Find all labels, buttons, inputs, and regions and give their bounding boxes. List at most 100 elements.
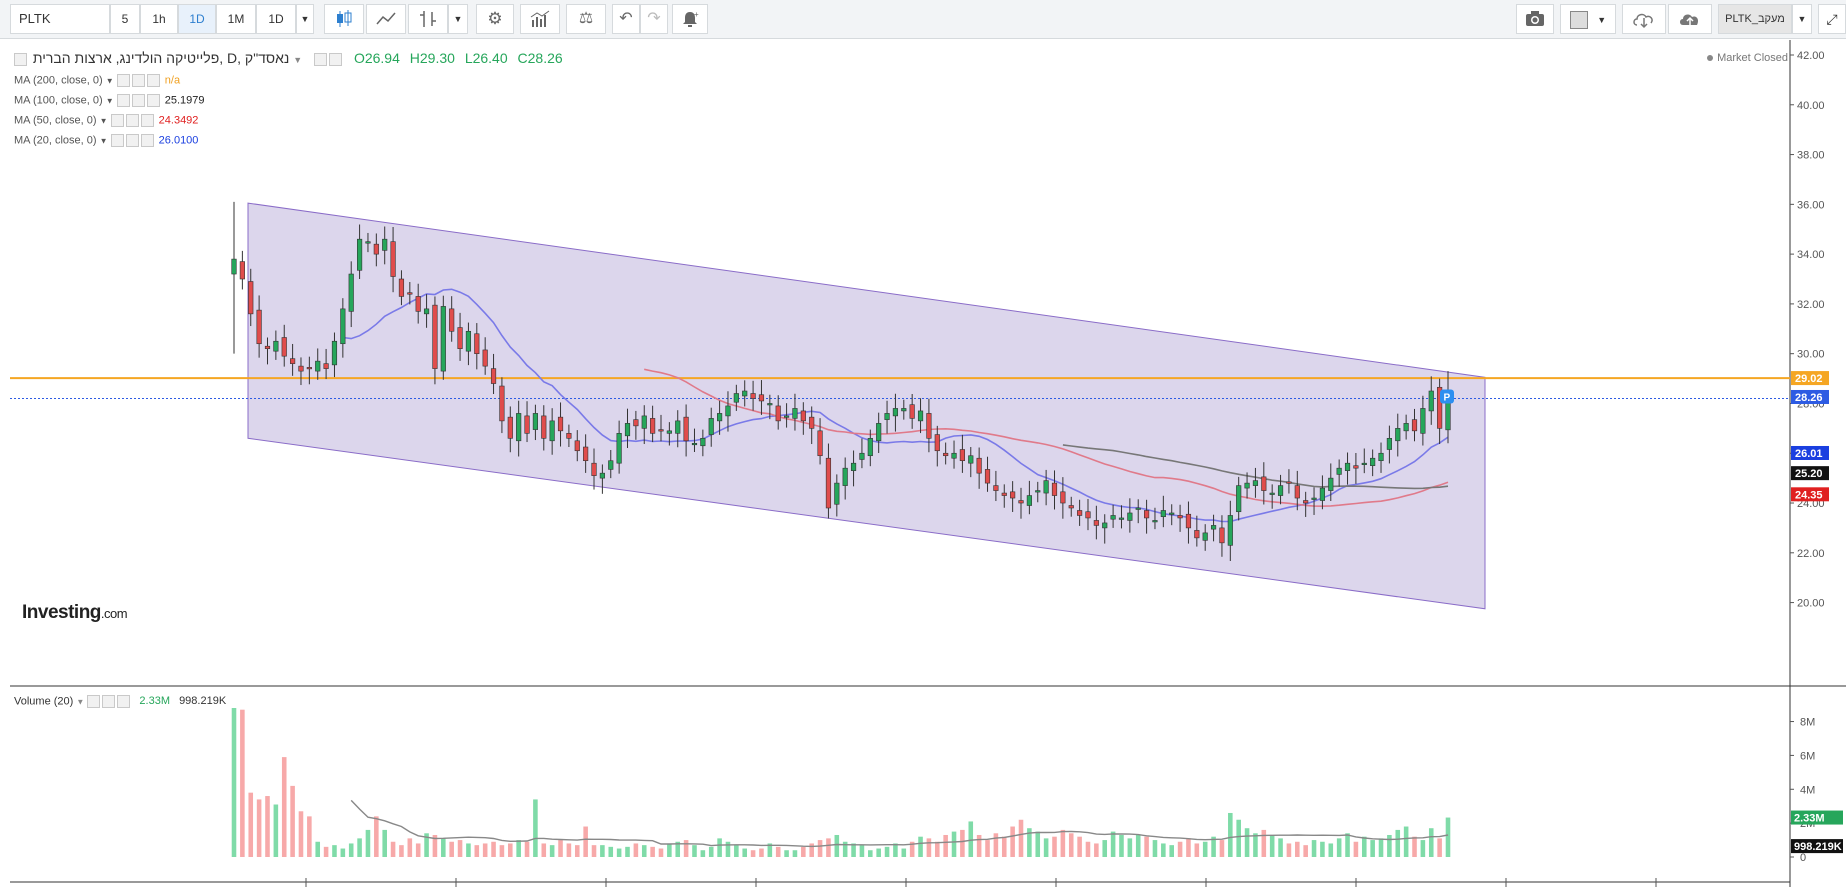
ma100-close-icon[interactable] [146, 94, 160, 107]
price-chart[interactable]: 42.0040.0038.0036.0034.0032.0030.0028.00… [0, 0, 1846, 887]
ma50-dropdown-icon[interactable]: ▼ [100, 116, 108, 125]
volume-legend: Volume (20) ▼ 2.33M 998.219K [14, 695, 226, 708]
candle-body [524, 415, 530, 434]
candle-body [1370, 457, 1376, 466]
volume-label-text: 998.219K [1794, 841, 1842, 853]
candle-body [1261, 476, 1267, 491]
ma20-row[interactable]: MA (20, close, 0) ▼ 26.0100 [14, 134, 198, 147]
ma100-row[interactable]: MA (100, close, 0) ▼ 25.1979 [14, 94, 205, 107]
volume-bar [667, 843, 672, 857]
candle-body [968, 455, 974, 464]
volume-dropdown-icon[interactable]: ▼ [76, 697, 84, 706]
ma200-value: n/a [164, 74, 181, 87]
volume-bar [566, 843, 572, 857]
volume-bar [298, 811, 304, 857]
ma100-dropdown-icon[interactable]: ▼ [106, 96, 114, 105]
volume-bar [792, 850, 798, 857]
ma50-close-icon[interactable] [140, 114, 154, 127]
candle-body [298, 365, 304, 372]
investing-logo: Investing.com [22, 602, 128, 624]
candle-body [951, 452, 957, 459]
volume-bar [960, 829, 965, 857]
candle-body [867, 438, 873, 457]
ma200-eye-icon[interactable] [116, 74, 130, 87]
ma200-close-icon[interactable] [146, 74, 160, 87]
legend-eye-icon[interactable] [314, 52, 328, 66]
volume-bar [650, 846, 655, 857]
volume-bar [1295, 841, 1300, 857]
candle-body [1093, 520, 1099, 526]
ma50-row[interactable]: MA (50, close, 0) ▼ 24.3492 [14, 114, 198, 127]
volume-bar [1068, 833, 1074, 857]
candle-body [1378, 452, 1384, 462]
ma100-eye-icon[interactable] [116, 94, 130, 107]
candle-body [842, 467, 848, 486]
ma200-settings-icon[interactable] [131, 74, 145, 87]
volume-bar [1236, 819, 1241, 857]
candle-body [1428, 390, 1434, 412]
volume-axis-label: 4M [1800, 784, 1815, 796]
ma20-eye-icon[interactable] [110, 134, 124, 147]
legend-dropdown-icon[interactable]: ▼ [293, 55, 302, 65]
volume-bar [893, 843, 898, 857]
volume-bar [683, 840, 689, 857]
volume-close-icon[interactable] [117, 695, 131, 708]
legend-settings-icon[interactable] [329, 52, 343, 66]
volume-bar [558, 840, 563, 857]
volume-settings-icon[interactable] [102, 695, 116, 708]
volume-bar [658, 848, 664, 857]
volume-bar [641, 845, 647, 857]
candle-body [1210, 525, 1217, 530]
ma100-settings-icon[interactable] [131, 94, 145, 107]
ma20-settings-icon[interactable] [125, 134, 139, 147]
volume-bar [951, 831, 957, 857]
logo-suffix: .com [100, 606, 128, 621]
candle-body [758, 394, 765, 402]
volume-bar [625, 846, 630, 857]
volume-bar [968, 821, 974, 857]
volume-ma-value: 998.219K [179, 695, 227, 708]
candle-body [1169, 512, 1175, 515]
candle-body [1353, 465, 1359, 469]
volume-eye-icon[interactable] [87, 695, 101, 708]
candle-body [1420, 408, 1426, 434]
volume-bar [826, 838, 831, 857]
candle-body [1001, 492, 1007, 496]
status-dot-icon [1707, 55, 1714, 62]
candle-body [256, 309, 262, 345]
volume-bar [315, 841, 321, 857]
price-axis-label: 20.00 [1797, 598, 1825, 610]
volume-bar [750, 850, 756, 857]
volume-bar [591, 845, 597, 857]
ma200-label: MA (200, close, 0) [14, 74, 103, 87]
volume-bar [1261, 829, 1267, 857]
volume-bar [1001, 836, 1007, 857]
ma20-dropdown-icon[interactable]: ▼ [100, 136, 108, 145]
volume-bar [441, 838, 446, 857]
volume-bar [608, 846, 614, 857]
ma50-settings-icon[interactable] [125, 114, 139, 127]
candle-body [608, 460, 614, 470]
price-channel [247, 202, 1486, 610]
ma20-close-icon[interactable] [140, 134, 154, 147]
volume-bar [616, 848, 622, 857]
volume-bar [323, 846, 329, 857]
candle-body [1361, 462, 1367, 465]
volume-bar [1395, 829, 1401, 857]
volume-bar [340, 848, 346, 857]
volume-bar [1269, 834, 1275, 857]
candle-body [315, 360, 321, 372]
volume-bar [918, 836, 923, 857]
candle-body [892, 408, 899, 417]
candle-body [792, 408, 798, 419]
ma200-row[interactable]: MA (200, close, 0) ▼ n/a [14, 74, 180, 87]
collapse-toggle-icon[interactable] [14, 52, 27, 66]
volume-label-text: 2.33M [1794, 813, 1825, 825]
ma50-eye-icon[interactable] [110, 114, 124, 127]
ma200-dropdown-icon[interactable]: ▼ [106, 76, 114, 85]
candle-body [1227, 515, 1233, 546]
volume-axis-label: 8M [1800, 717, 1815, 729]
volume-bar [574, 845, 580, 857]
candle-body [264, 345, 271, 350]
price-label-text: 24.35 [1795, 489, 1823, 501]
